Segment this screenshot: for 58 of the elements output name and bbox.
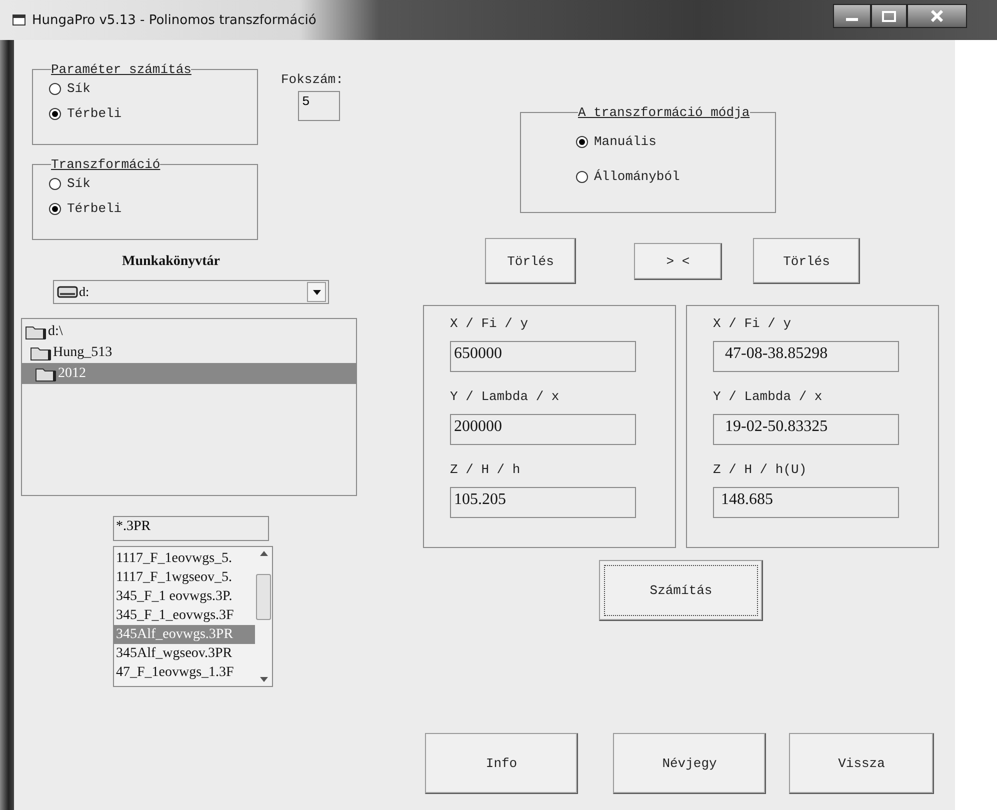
- file-item[interactable]: 345Alf_wgseov.3PR: [114, 644, 255, 663]
- directory-label: Munkakönyvtár: [122, 254, 222, 270]
- filter-field[interactable]: *.3PR: [113, 516, 269, 541]
- coordinate-label: Z / H / h(U): [713, 462, 808, 477]
- folder-item[interactable]: 2012: [22, 363, 356, 384]
- clear-button[interactable]: Törlés: [753, 238, 860, 284]
- coordinate-label: X / Fi / y: [713, 316, 792, 331]
- degree-field[interactable]: 5: [298, 91, 340, 121]
- file-item[interactable]: 345Alf_eovwgs.3PR: [114, 625, 255, 644]
- coordinate-label: Z / H / h: [450, 462, 522, 477]
- compute-button[interactable]: Számítás: [599, 560, 763, 621]
- file-item[interactable]: 1117_F_1eovwgs_5.: [114, 549, 255, 568]
- coordinate-field[interactable]: 148.685: [713, 487, 899, 518]
- minimize-icon: [846, 18, 858, 21]
- maximize-icon: [882, 10, 896, 22]
- drive-dropdown[interactable]: d:: [53, 280, 329, 304]
- group-title: A transzformáció módja: [578, 105, 750, 120]
- folder-icon: [35, 366, 57, 382]
- group-title: Transzformáció: [51, 157, 160, 172]
- file-item[interactable]: 345_F_1_eovwgs.3F: [114, 606, 255, 625]
- scroll-down-icon[interactable]: [260, 677, 268, 682]
- minimize-button[interactable]: [833, 4, 871, 28]
- radio-option[interactable]: Állományból: [576, 169, 775, 184]
- degree-label: Fokszám:: [281, 72, 344, 87]
- scroll-up-icon[interactable]: [260, 551, 268, 556]
- coordinate-field[interactable]: 19-02-50.83325: [713, 414, 899, 445]
- coordinate-field[interactable]: 105.205: [450, 487, 636, 518]
- group-title: Paraméter számítás: [51, 62, 192, 77]
- window-title: HungaPro v5.13 - Polinomos transzformáció: [32, 12, 316, 28]
- coordinate-label: Y / Lambda / x: [713, 389, 824, 404]
- folder-item[interactable]: d:\: [22, 321, 356, 342]
- coordinate-field[interactable]: 650000: [450, 341, 636, 372]
- radio-option[interactable]: Sík: [49, 176, 257, 191]
- about-button[interactable]: Névjegy: [613, 733, 766, 794]
- swap-button[interactable]: > <: [634, 242, 722, 280]
- info-button[interactable]: Info: [425, 733, 578, 794]
- back-button[interactable]: Vissza: [789, 733, 934, 794]
- dropdown-arrow-icon: [312, 290, 320, 294]
- radio-option[interactable]: Térbeli: [49, 201, 257, 216]
- window-icon: [12, 14, 26, 26]
- coordinate-field[interactable]: 200000: [450, 414, 636, 445]
- coordinate-label: Y / Lambda / x: [450, 389, 560, 404]
- clear-button[interactable]: Törlés: [485, 238, 576, 284]
- folder-icon: [30, 344, 52, 360]
- file-item[interactable]: 47_F_1eovwgs_1.3F: [114, 663, 255, 682]
- close-button[interactable]: [907, 4, 967, 28]
- folder-item[interactable]: Hung_513: [22, 342, 356, 363]
- file-item[interactable]: 1117_F_1wgseov_5.: [114, 568, 255, 587]
- close-icon: [931, 10, 943, 22]
- folder-icon: [25, 324, 47, 340]
- maximize-button[interactable]: [871, 4, 907, 28]
- coordinate-field[interactable]: 47-08-38.85298: [713, 341, 899, 372]
- drive-icon: [57, 286, 79, 298]
- radio-option[interactable]: Sík: [49, 81, 257, 96]
- radio-option[interactable]: Térbeli: [49, 106, 257, 121]
- file-item[interactable]: 345_F_1 eovwgs.3P.: [114, 587, 255, 606]
- radio-option[interactable]: Manuális: [576, 134, 775, 149]
- coordinate-label: X / Fi / y: [450, 316, 530, 331]
